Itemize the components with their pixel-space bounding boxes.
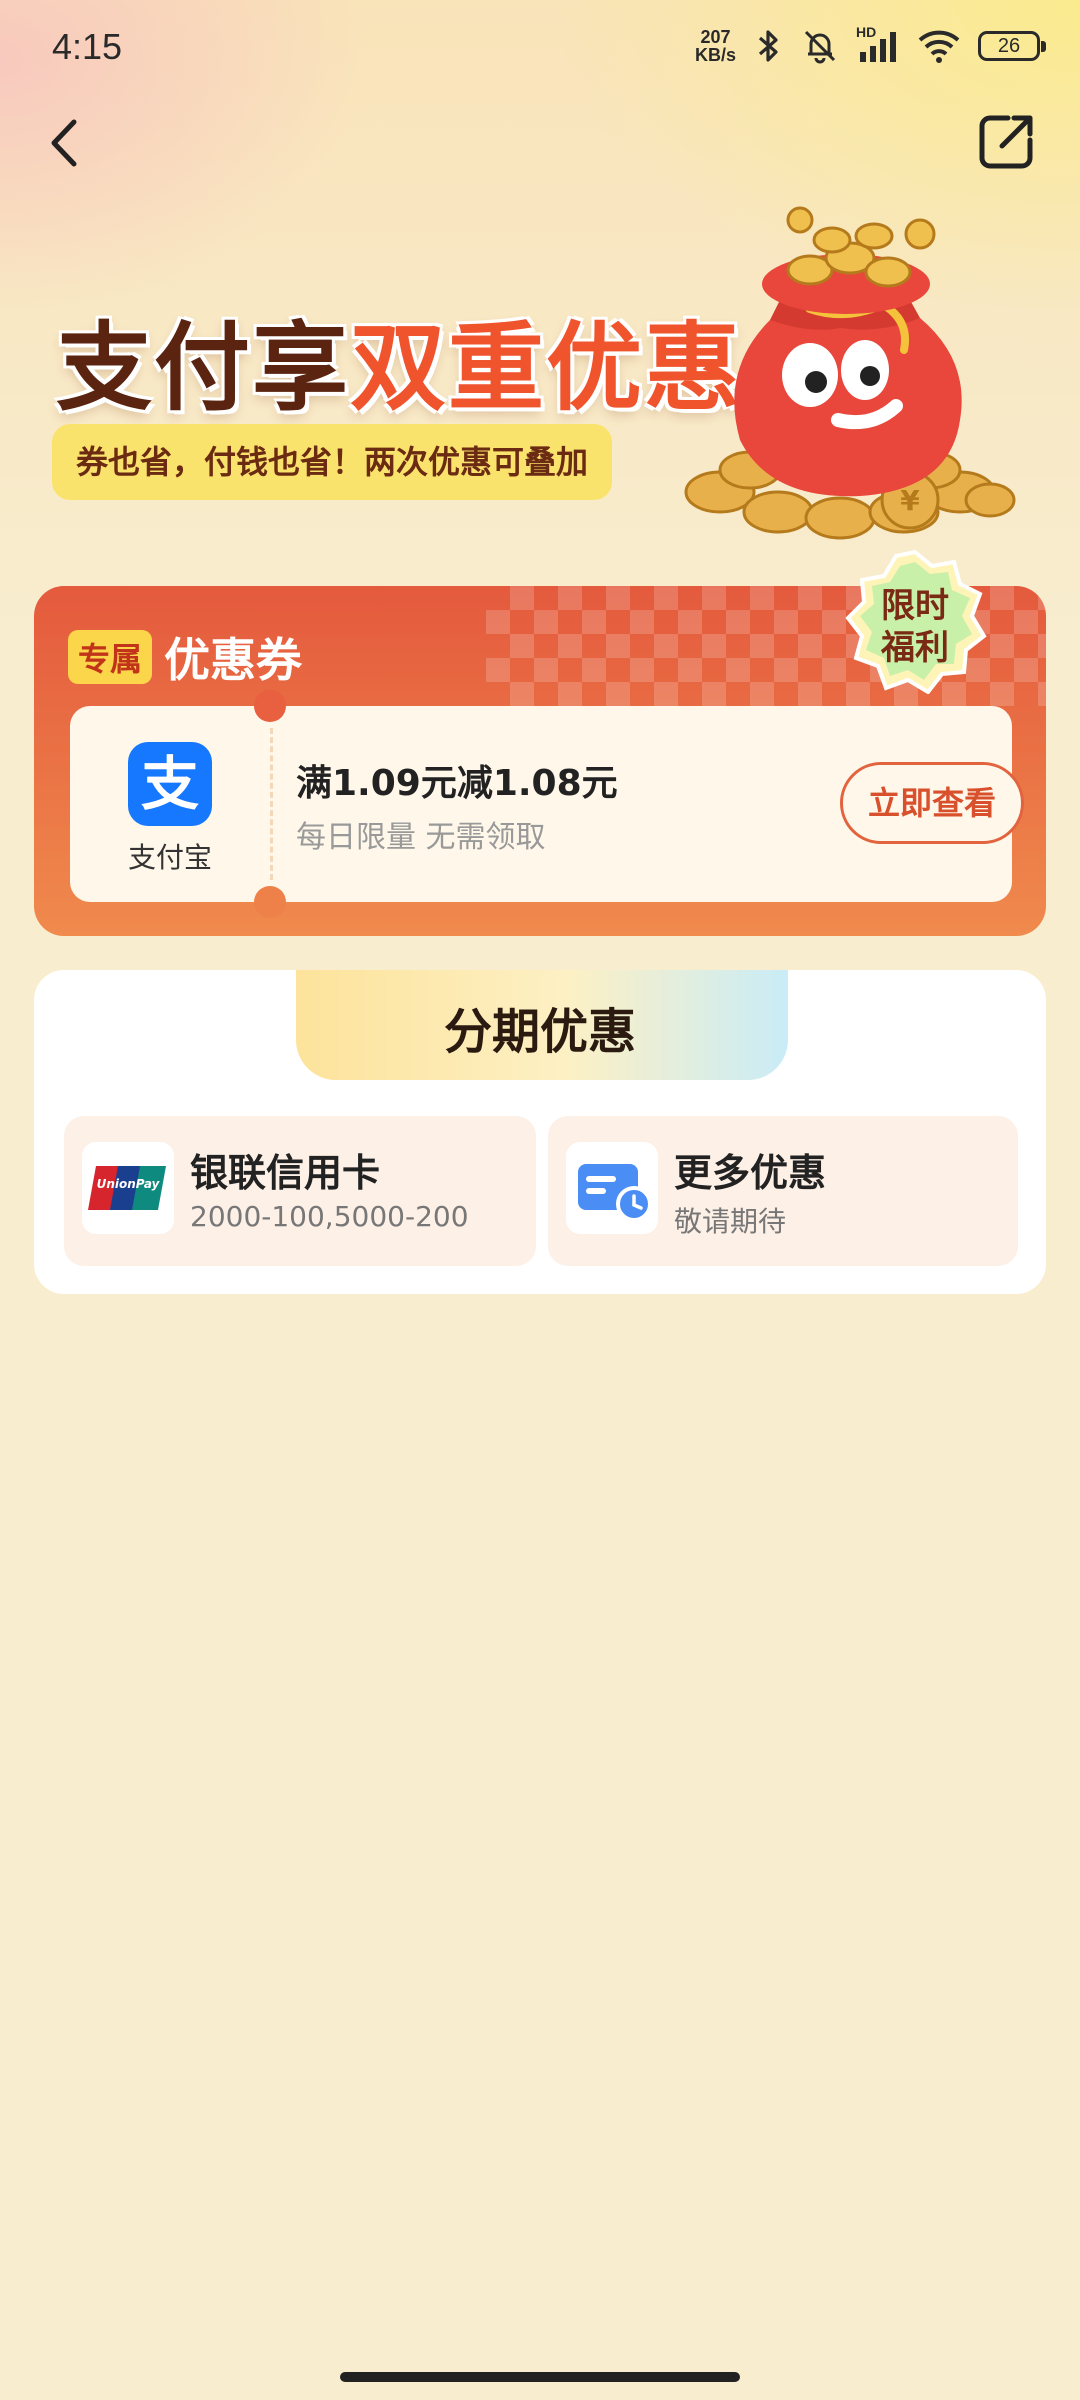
option-subtitle: 敬请期待 [674, 1205, 787, 1238]
battery-icon: 26 [978, 31, 1046, 61]
svg-text:UnionPay: UnionPay [97, 1177, 161, 1191]
status-icons: 207 KB/s HD 26 [695, 24, 1046, 64]
hero-title: 支付享双重优惠 [56, 290, 742, 429]
money-bag-mascot: ¥ [684, 206, 1016, 540]
mute-bell-icon [804, 30, 836, 64]
network-speed-unit: KB/s [694, 45, 736, 65]
share-button[interactable] [974, 108, 1040, 174]
back-button[interactable] [40, 108, 90, 178]
hero-subtitle: 券也省，付钱也省！两次优惠可叠加 [52, 424, 613, 500]
status-time: 4:15 [52, 26, 123, 67]
alipay-icon: 支 [128, 742, 212, 826]
installment-title: 分期优惠 [443, 1004, 636, 1060]
signal-indicator: HD [856, 24, 900, 64]
network-speed: 207 KB/s [695, 28, 736, 64]
more-offers-option[interactable]: 更多优惠 敬请期待 [548, 1116, 1018, 1266]
coupon-header: 专属 优惠券 [68, 624, 302, 690]
option-subtitle: 2000-100,5000-200 [190, 1200, 469, 1233]
ticket-notch [254, 886, 286, 918]
status-bar: 4:15 207 KB/s HD 26 [0, 0, 1080, 100]
badge-line2: 福利 [881, 628, 949, 668]
coupon-description: 每日限量 无需领取 [296, 820, 546, 855]
unionpay-icon: UnionPay [82, 1142, 174, 1234]
ticket-divider [270, 728, 273, 880]
unionpay-logo: UnionPay [88, 1166, 166, 1210]
signal-icon [860, 32, 896, 62]
ticket-notch [254, 690, 286, 722]
unionpay-option[interactable]: UnionPay 银联信用卡 2000-100,5000-200 [64, 1116, 536, 1266]
bluetooth-icon [758, 30, 778, 62]
card-clock-icon [566, 1142, 658, 1234]
home-indicator[interactable] [340, 2372, 740, 2382]
network-speed-value: 207 [700, 27, 731, 47]
coupon-provider: 支付宝 [127, 841, 212, 874]
card-clock-glyph [578, 1164, 652, 1222]
coupon-rule: 满1.09元减1.08元 [296, 763, 618, 804]
svg-text:¥: ¥ [900, 484, 920, 517]
exclusive-tag: 专属 [68, 630, 153, 684]
view-now-button[interactable]: 立即查看 [840, 762, 1024, 844]
installment-card: 分期优惠 UnionPay 银联信用卡 2000-100,5000-200 更多… [34, 970, 1046, 1294]
limited-time-badge: 限时 福利 [842, 548, 988, 694]
wifi-icon [918, 30, 960, 63]
coupon-section-title: 优惠券 [164, 633, 303, 687]
hero-title-part1: 支付享 [56, 312, 350, 424]
alipay-coupon[interactable]: 支 支付宝 满1.09元减1.08元 每日限量 无需领取 立即查看 [70, 690, 1024, 918]
option-title: 银联信用卡 [190, 1151, 381, 1195]
option-title: 更多优惠 [674, 1151, 827, 1195]
